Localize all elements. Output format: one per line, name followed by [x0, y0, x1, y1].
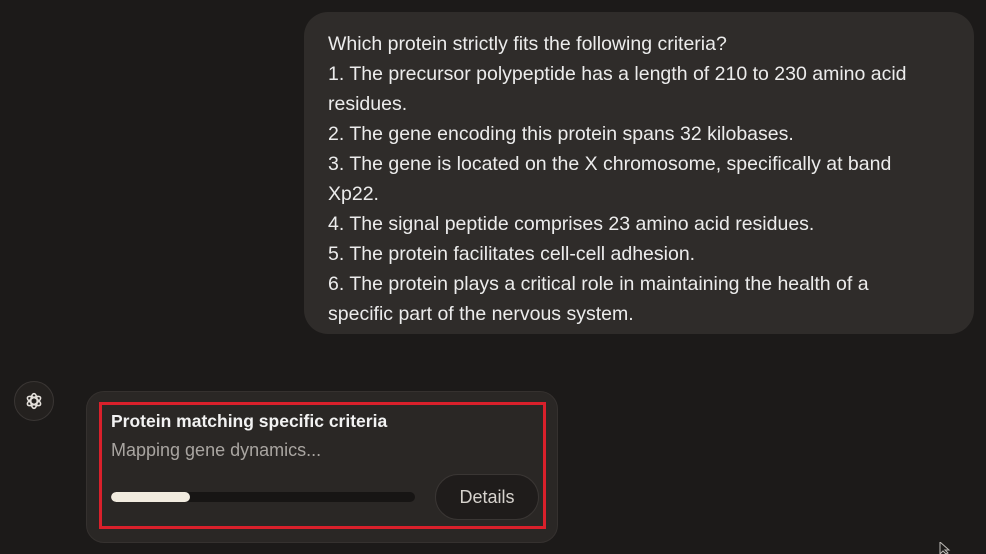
mouse-pointer-icon [939, 542, 951, 554]
chat-page: Which protein strictly fits the followin… [0, 0, 986, 554]
task-status-text: Mapping gene dynamics... [111, 440, 322, 460]
task-title: Protein matching specific criteria [111, 411, 388, 431]
assistant-avatar [14, 381, 54, 421]
task-progress-bar [111, 492, 415, 502]
user-message-line: 5. The protein facilitates cell-cell adh… [328, 243, 696, 265]
user-message-line: Which protein strictly fits the followin… [328, 33, 727, 55]
user-message-line: 3. The gene is located on the X chromoso… [328, 153, 892, 175]
openai-logo-icon [26, 392, 42, 410]
user-message-line: specific part of the nervous system. [328, 303, 634, 325]
user-message-line: Xp22. [328, 183, 379, 205]
user-message-line: 2. The gene encoding this protein spans … [328, 123, 794, 145]
user-message-line: 1. The precursor polypeptide has a lengt… [328, 63, 907, 85]
user-message-line: 6. The protein plays a critical role in … [328, 273, 869, 295]
details-button[interactable]: Details [435, 474, 539, 520]
task-progress-fill [111, 492, 191, 502]
user-message-bubble: Which protein strictly fits the followin… [304, 12, 974, 334]
user-message-line: 4. The signal peptide comprises 23 amino… [328, 213, 815, 235]
user-message-line: residues. [328, 93, 408, 115]
